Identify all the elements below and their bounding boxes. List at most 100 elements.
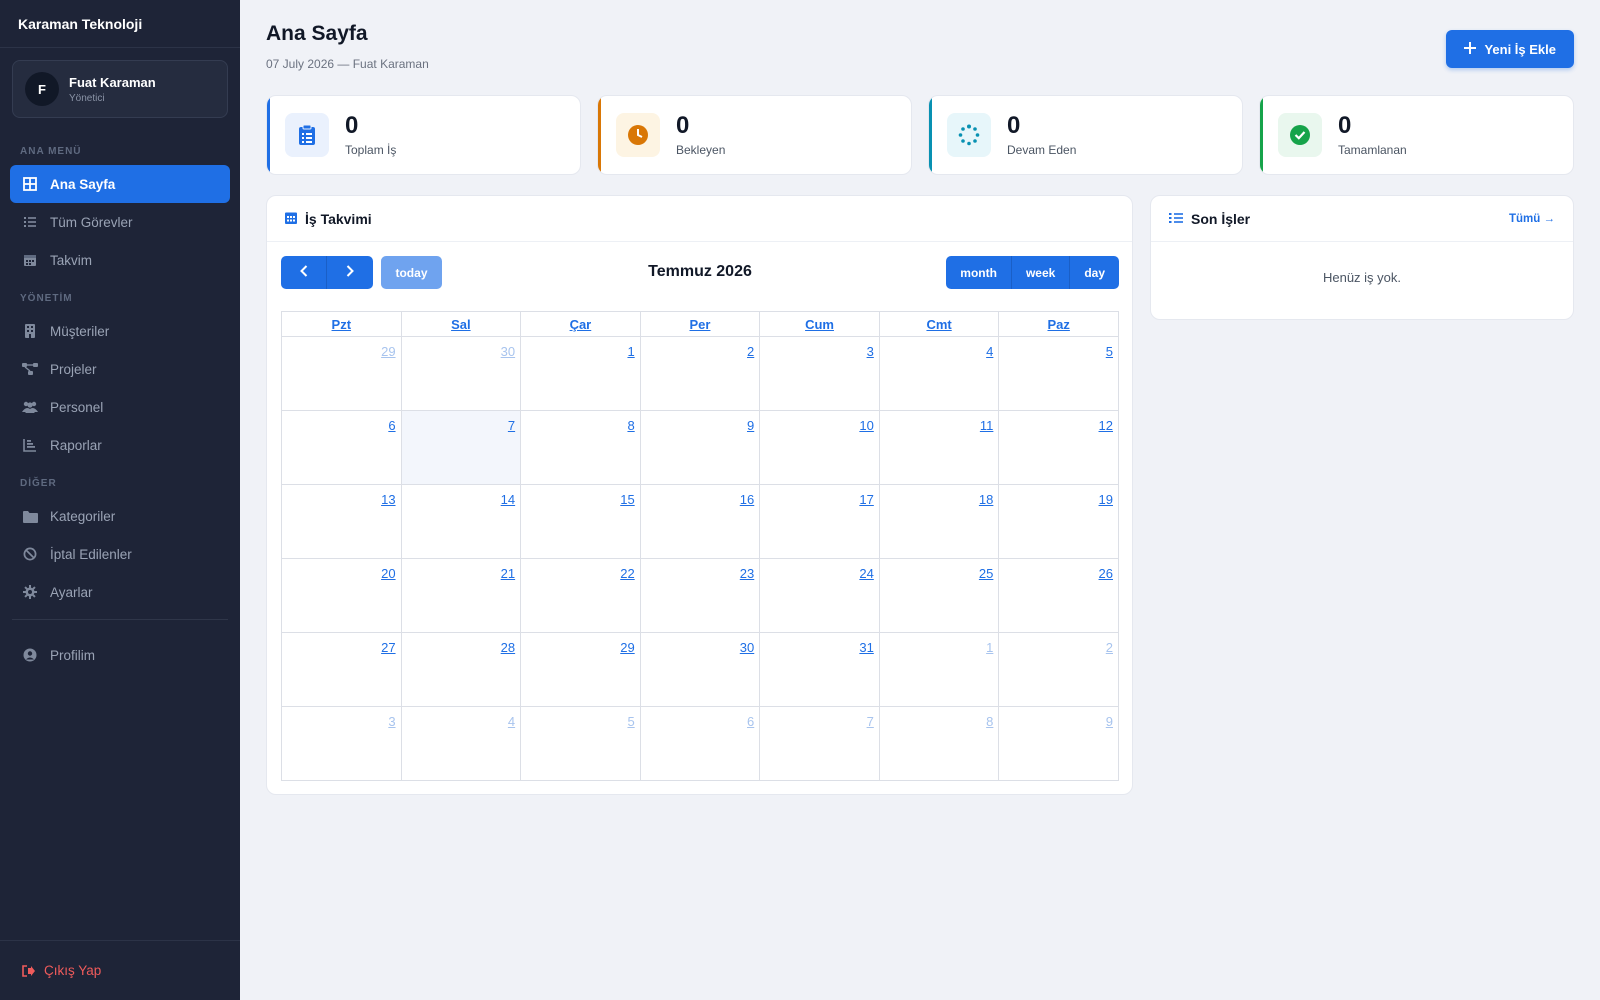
day-cell[interactable]: 7 — [759, 706, 880, 781]
next-month-button[interactable] — [327, 256, 373, 289]
day-number[interactable]: 23 — [740, 566, 754, 581]
day-number[interactable]: 7 — [867, 714, 874, 729]
day-cell[interactable]: 5 — [998, 336, 1119, 411]
day-number[interactable]: 26 — [1099, 566, 1113, 581]
day-number[interactable]: 4 — [986, 344, 993, 359]
day-number[interactable]: 5 — [1106, 344, 1113, 359]
week-view-button[interactable]: week — [1011, 256, 1071, 289]
day-cell[interactable]: 10 — [759, 410, 880, 485]
today-button[interactable]: today — [381, 256, 442, 289]
day-number[interactable]: 12 — [1099, 418, 1113, 433]
sidebar-item-calendar[interactable]: Takvim — [10, 241, 230, 279]
day-cell[interactable]: 13 — [281, 484, 402, 559]
user-card[interactable]: F Fuat Karaman Yönetici — [12, 60, 228, 118]
day-number[interactable]: 1 — [627, 344, 634, 359]
weekday-header[interactable]: Sal — [400, 311, 522, 337]
day-cell[interactable]: 1 — [520, 336, 641, 411]
see-all-link[interactable]: Tümü → — [1509, 213, 1555, 225]
day-cell[interactable]: 27 — [281, 632, 402, 707]
day-number[interactable]: 16 — [740, 492, 754, 507]
sidebar-item-customers[interactable]: Müşteriler — [10, 312, 230, 350]
day-number[interactable]: 31 — [859, 640, 873, 655]
day-number[interactable]: 30 — [501, 344, 515, 359]
day-number[interactable]: 13 — [381, 492, 395, 507]
day-number[interactable]: 9 — [1106, 714, 1113, 729]
logout-button[interactable]: Çıkış Yap — [0, 940, 240, 1000]
sidebar-item-all-tasks[interactable]: Tüm Görevler — [10, 203, 230, 241]
day-cell[interactable]: 12 — [998, 410, 1119, 485]
day-cell[interactable]: 28 — [400, 632, 522, 707]
weekday-header[interactable]: Çar — [520, 311, 641, 337]
day-cell[interactable]: 30 — [400, 336, 522, 411]
day-cell[interactable]: 8 — [878, 706, 1000, 781]
weekday-header[interactable]: Cum — [759, 311, 880, 337]
day-view-button[interactable]: day — [1070, 256, 1119, 289]
day-cell[interactable]: 11 — [878, 410, 1000, 485]
day-cell[interactable]: 30 — [639, 632, 761, 707]
day-number[interactable]: 10 — [859, 418, 873, 433]
add-job-button[interactable]: Yeni İş Ekle — [1446, 30, 1574, 68]
day-number[interactable]: 29 — [381, 344, 395, 359]
day-number[interactable]: 1 — [986, 640, 993, 655]
day-number[interactable]: 28 — [501, 640, 515, 655]
sidebar-item-projects[interactable]: Projeler — [10, 350, 230, 388]
day-cell[interactable]: 6 — [281, 410, 402, 485]
sidebar-item-settings[interactable]: Ayarlar — [10, 573, 230, 611]
prev-month-button[interactable] — [281, 256, 327, 289]
weekday-header[interactable]: Paz — [998, 311, 1119, 337]
day-cell[interactable]: 2 — [998, 632, 1119, 707]
sidebar-item-profile[interactable]: Profilim — [10, 636, 230, 674]
day-cell[interactable]: 22 — [520, 558, 641, 633]
day-number[interactable]: 30 — [740, 640, 754, 655]
weekday-header[interactable]: Per — [639, 311, 761, 337]
day-cell[interactable]: 4 — [878, 336, 1000, 411]
day-number[interactable]: 29 — [620, 640, 634, 655]
day-cell[interactable]: 24 — [759, 558, 880, 633]
day-number[interactable]: 18 — [979, 492, 993, 507]
day-number[interactable]: 21 — [501, 566, 515, 581]
day-cell[interactable]: 6 — [639, 706, 761, 781]
day-number[interactable]: 14 — [501, 492, 515, 507]
sidebar-item-categories[interactable]: Kategoriler — [10, 497, 230, 535]
day-number[interactable]: 6 — [747, 714, 754, 729]
day-cell[interactable]: 3 — [281, 706, 402, 781]
day-number[interactable]: 11 — [980, 418, 994, 433]
day-cell[interactable]: 15 — [520, 484, 641, 559]
day-cell[interactable]: 8 — [520, 410, 641, 485]
sidebar-item-cancelled[interactable]: İptal Edilenler — [10, 535, 230, 573]
day-number[interactable]: 9 — [747, 418, 754, 433]
sidebar-item-reports[interactable]: Raporlar — [10, 426, 230, 464]
day-number[interactable]: 8 — [986, 714, 993, 729]
day-cell-today[interactable]: 7 — [400, 410, 522, 485]
sidebar-item-home[interactable]: Ana Sayfa — [10, 165, 230, 203]
day-cell[interactable]: 21 — [400, 558, 522, 633]
day-cell[interactable]: 17 — [759, 484, 880, 559]
day-cell[interactable]: 19 — [998, 484, 1119, 559]
day-cell[interactable]: 9 — [639, 410, 761, 485]
day-cell[interactable]: 16 — [639, 484, 761, 559]
day-cell[interactable]: 23 — [639, 558, 761, 633]
day-cell[interactable]: 29 — [520, 632, 641, 707]
day-number[interactable]: 15 — [620, 492, 634, 507]
day-cell[interactable]: 25 — [878, 558, 1000, 633]
day-number[interactable]: 25 — [979, 566, 993, 581]
sidebar-item-staff[interactable]: Personel — [10, 388, 230, 426]
day-cell[interactable]: 18 — [878, 484, 1000, 559]
day-number[interactable]: 2 — [747, 344, 754, 359]
day-number[interactable]: 24 — [859, 566, 873, 581]
day-number[interactable]: 7 — [508, 418, 515, 433]
day-cell[interactable]: 29 — [281, 336, 402, 411]
day-number[interactable]: 19 — [1099, 492, 1113, 507]
day-number[interactable]: 20 — [381, 566, 395, 581]
day-number[interactable]: 22 — [620, 566, 634, 581]
month-view-button[interactable]: month — [946, 256, 1012, 289]
day-number[interactable]: 3 — [867, 344, 874, 359]
weekday-header[interactable]: Pzt — [281, 311, 402, 337]
day-number[interactable]: 6 — [388, 418, 395, 433]
day-cell[interactable]: 4 — [400, 706, 522, 781]
day-number[interactable]: 3 — [388, 714, 395, 729]
weekday-header[interactable]: Cmt — [878, 311, 1000, 337]
day-number[interactable]: 2 — [1106, 640, 1113, 655]
day-number[interactable]: 27 — [381, 640, 395, 655]
day-number[interactable]: 8 — [627, 418, 634, 433]
